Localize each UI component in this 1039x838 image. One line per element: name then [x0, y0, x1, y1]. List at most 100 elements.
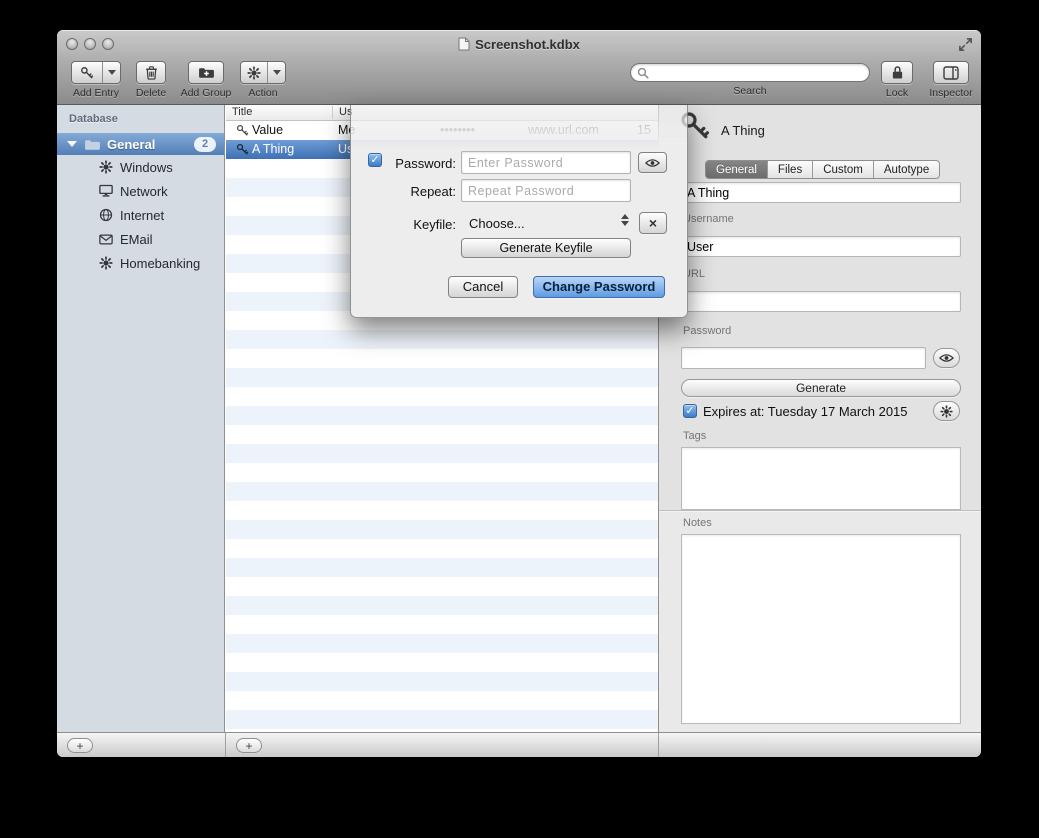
gear-icon — [99, 256, 113, 270]
delete-label: Delete — [131, 87, 171, 99]
sidebar-item-label: Homebanking — [120, 256, 200, 271]
add-entry-button[interactable] — [71, 61, 121, 84]
tab-general[interactable]: General — [706, 161, 768, 178]
sidebar-item-email[interactable]: EMail — [57, 227, 224, 251]
sidebar-item-label: Windows — [120, 160, 173, 175]
column-divider[interactable] — [332, 106, 333, 119]
window-title: Screenshot.kdbx — [475, 37, 580, 52]
sheet-keyfile-label: Keyfile: — [381, 217, 456, 232]
sidebar-group-general[interactable]: General 2 — [57, 133, 224, 155]
reveal-password-button[interactable] — [933, 348, 960, 368]
content-area: Database General 2 Windows Network — [57, 105, 981, 732]
inspector-panel-icon — [943, 66, 959, 80]
trash-icon — [144, 65, 159, 80]
sidebar-item-label: EMail — [120, 232, 153, 247]
sheet-password-label: Password: — [381, 156, 456, 171]
window-title-area: Screenshot.kdbx — [57, 30, 981, 58]
desktop-background: Screenshot.kdbx Add Entry Delete — [0, 0, 1039, 838]
key-icon — [80, 66, 94, 80]
app-window: Screenshot.kdbx Add Entry Delete — [57, 30, 981, 757]
entry-title: Value — [252, 123, 283, 137]
lock-button[interactable] — [881, 61, 913, 84]
display-icon — [99, 184, 113, 198]
username-label: Username — [683, 213, 734, 225]
tab-autotype[interactable]: Autotype — [874, 161, 939, 178]
disclosure-triangle-icon[interactable] — [67, 141, 77, 147]
globe-icon — [99, 208, 113, 222]
sidebar-item-label: Internet — [120, 208, 164, 223]
add-entry-dropdown[interactable] — [103, 62, 120, 83]
inspector-button[interactable] — [933, 61, 969, 84]
expire-presets-button[interactable] — [933, 401, 960, 421]
generate-password-button[interactable]: Generate — [681, 379, 961, 397]
document-icon — [458, 37, 470, 51]
gear-icon — [940, 405, 953, 418]
action-dropdown[interactable] — [268, 62, 285, 83]
sidebar-item-internet[interactable]: Internet — [57, 203, 224, 227]
sidebar-item-windows[interactable]: Windows — [57, 155, 224, 179]
username-field[interactable] — [681, 236, 961, 257]
count-badge: 2 — [194, 137, 216, 152]
toolbar-item-inspector: Inspector — [923, 61, 979, 99]
sheet-reveal-password-button[interactable] — [638, 152, 667, 173]
magnifier-icon — [637, 67, 649, 79]
toolbar: Add Entry Delete Add Group Action — [57, 58, 981, 105]
add-group-button[interactable] — [188, 61, 224, 84]
toolbar-item-lock: Lock — [877, 61, 917, 99]
folder-icon — [84, 138, 101, 151]
lock-label: Lock — [877, 87, 917, 99]
title-field[interactable] — [681, 182, 961, 203]
bottom-bar: + + — [57, 732, 981, 757]
toolbar-item-search: Search — [623, 61, 877, 97]
sidebar-item-network[interactable]: Network — [57, 179, 224, 203]
inspector-tabs: General Files Custom Autotype — [705, 160, 940, 179]
title-bar: Screenshot.kdbx — [57, 30, 981, 58]
tab-files[interactable]: Files — [768, 161, 813, 178]
new-password-input[interactable] — [461, 151, 631, 174]
delete-button[interactable] — [136, 61, 166, 84]
gear-icon — [247, 66, 261, 80]
inspector-label: Inspector — [923, 87, 979, 99]
clear-keyfile-button[interactable]: × — [639, 212, 667, 234]
tab-custom[interactable]: Custom — [813, 161, 874, 178]
repeat-password-input[interactable] — [461, 179, 631, 202]
toolbar-item-add-entry: Add Entry — [65, 61, 127, 99]
folder-plus-icon — [198, 66, 215, 79]
search-field[interactable] — [630, 63, 870, 82]
action-button[interactable] — [240, 61, 286, 84]
url-field[interactable] — [681, 291, 961, 312]
keyfile-popup[interactable]: Choose... — [469, 216, 525, 231]
key-icon — [236, 143, 249, 156]
generate-keyfile-button[interactable]: Generate Keyfile — [461, 238, 631, 258]
eye-icon — [645, 158, 660, 168]
password-field[interactable] — [681, 347, 926, 369]
sidebar-item-label: Network — [120, 184, 168, 199]
password-checkbox[interactable]: ✓ — [368, 153, 382, 167]
divider — [658, 733, 659, 757]
sidebar-header: Database — [69, 113, 118, 125]
sidebar-item-homebanking[interactable]: Homebanking — [57, 251, 224, 275]
padlock-icon — [891, 65, 904, 80]
add-group-plus-button[interactable]: + — [67, 738, 93, 753]
chevron-down-icon — [273, 70, 281, 75]
fullscreen-icon[interactable] — [958, 37, 973, 52]
tags-field[interactable] — [681, 447, 961, 510]
chevron-down-icon — [108, 70, 116, 75]
change-password-sheet: ✓ Password: Repeat: Keyfile: Choose... ×… — [350, 105, 688, 318]
toolbar-item-action: Action — [239, 61, 287, 99]
expires-checkbox[interactable]: ✓ — [683, 404, 697, 418]
add-entry-label: Add Entry — [65, 87, 127, 99]
gear-icon — [99, 160, 113, 174]
cancel-button[interactable]: Cancel — [448, 276, 518, 298]
action-label: Action — [239, 87, 287, 99]
toolbar-item-delete: Delete — [131, 61, 171, 99]
search-input[interactable] — [653, 66, 863, 80]
add-entry-plus-button[interactable]: + — [236, 738, 262, 753]
keyfile-popup-stepper[interactable] — [619, 214, 630, 226]
change-password-button[interactable]: Change Password — [533, 276, 665, 298]
chevron-down-icon — [621, 221, 629, 226]
inspector-entry-title: A Thing — [721, 123, 765, 138]
eye-icon — [939, 353, 954, 363]
notes-field[interactable] — [681, 534, 961, 724]
column-header-title[interactable]: Title — [232, 106, 252, 118]
